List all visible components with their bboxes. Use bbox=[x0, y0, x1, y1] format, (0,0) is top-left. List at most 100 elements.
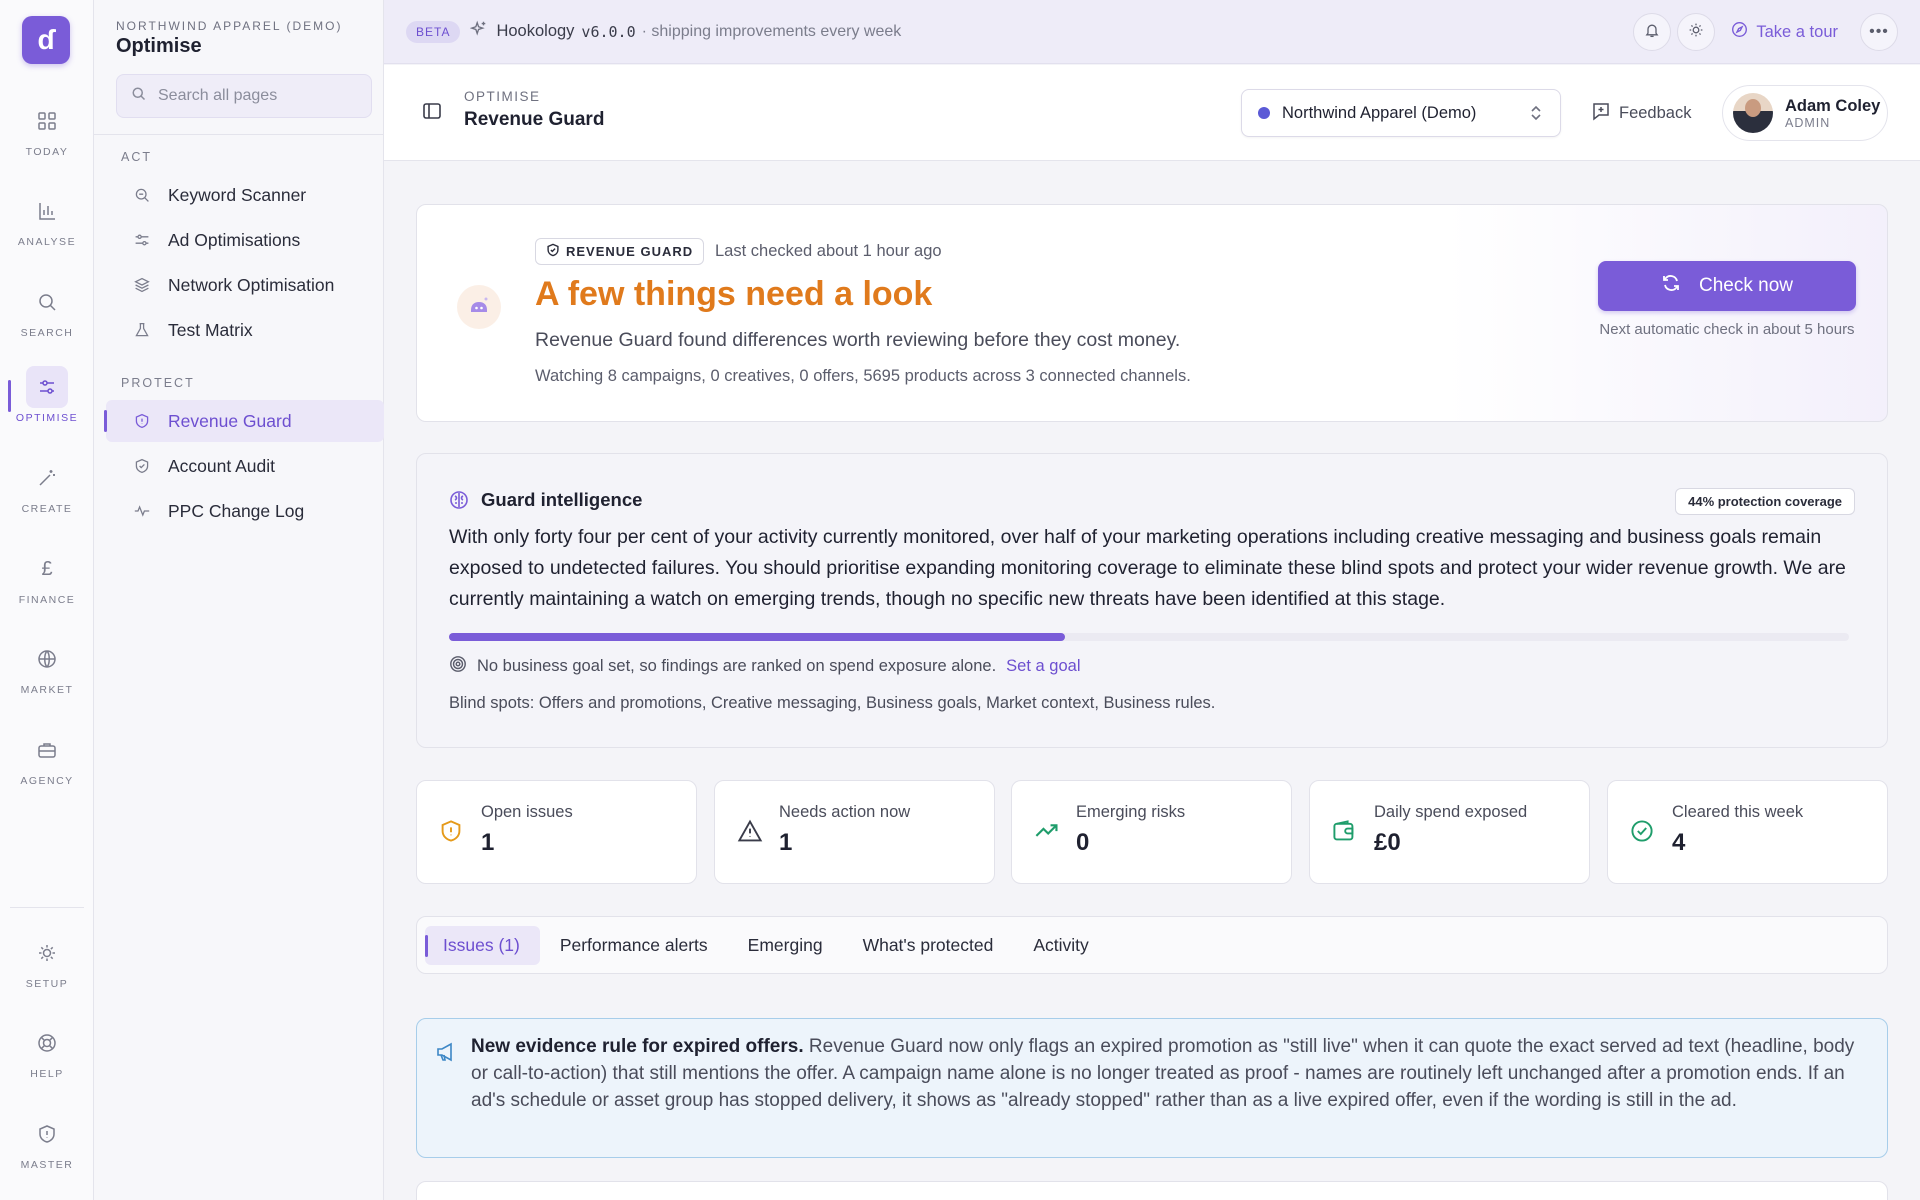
page-title: Revenue Guard bbox=[464, 109, 605, 130]
check-now-button[interactable]: Check now bbox=[1598, 261, 1856, 311]
megaphone-icon bbox=[435, 1041, 457, 1068]
set-goal-link[interactable]: Set a goal bbox=[1006, 657, 1080, 676]
brain-icon bbox=[449, 490, 469, 515]
shield-icon bbox=[134, 413, 154, 429]
rail-label: MARKET bbox=[20, 684, 74, 696]
nav-item-label: Network Optimisation bbox=[168, 274, 335, 295]
pound-icon: £ bbox=[41, 557, 53, 580]
account-selector[interactable]: Northwind Apparel (Demo) bbox=[1241, 89, 1561, 137]
app-logo[interactable]: ɗ bbox=[22, 16, 70, 64]
banner-tagline: · shipping improvements every week bbox=[641, 22, 902, 40]
bell-icon bbox=[1644, 22, 1660, 43]
grid-icon bbox=[26, 100, 68, 142]
rail-item-analyse[interactable]: ANALYSE bbox=[0, 190, 94, 248]
tab-whats-protected[interactable]: What's protected bbox=[843, 926, 1014, 965]
search-input[interactable]: Search all pages bbox=[116, 74, 372, 118]
feedback-button[interactable]: Feedback bbox=[1591, 101, 1691, 126]
rail-item-today[interactable]: TODAY bbox=[0, 100, 94, 158]
search-icon bbox=[26, 281, 68, 323]
bar-chart-icon bbox=[26, 190, 68, 232]
nav-item-label: Test Matrix bbox=[168, 319, 253, 340]
shield-icon bbox=[26, 1113, 68, 1155]
revenue-guard-badge: REVENUE GUARD bbox=[535, 238, 705, 265]
nav-section-protect: PROTECT bbox=[121, 376, 195, 390]
breadcrumb: OPTIMISE bbox=[464, 89, 541, 104]
beta-badge: BETA bbox=[406, 20, 461, 43]
sidebar-toggle-icon[interactable] bbox=[422, 101, 442, 126]
rail-item-search[interactable]: SEARCH bbox=[0, 281, 94, 339]
flask-icon bbox=[134, 322, 154, 338]
globe-icon bbox=[26, 638, 68, 680]
product-name: Hookology bbox=[496, 22, 575, 40]
message-plus-icon bbox=[1591, 101, 1611, 126]
org-name: NORTHWIND APPAREL (DEMO) bbox=[116, 19, 343, 33]
nav-item-label: Keyword Scanner bbox=[168, 184, 307, 205]
nav-item-test-matrix[interactable]: Test Matrix bbox=[106, 309, 384, 351]
rail-item-setup[interactable]: SETUP bbox=[0, 932, 94, 990]
section-sidebar: NORTHWIND APPAREL (DEMO) Optimise Search… bbox=[94, 0, 384, 1200]
revenue-guard-status-card: REVENUE GUARD Last checked about 1 hour … bbox=[416, 204, 1888, 422]
stat-card-emerging-risks[interactable]: Emerging risks 0 bbox=[1011, 780, 1292, 884]
nav-item-label: PPC Change Log bbox=[168, 500, 305, 521]
stat-label: Cleared this week bbox=[1672, 803, 1804, 821]
stat-card-daily-spend[interactable]: Daily spend exposed £0 bbox=[1309, 780, 1590, 884]
watching-summary: Watching 8 campaigns, 0 creatives, 0 off… bbox=[535, 367, 1191, 385]
stat-card-needs-action[interactable]: Needs action now 1 bbox=[714, 780, 995, 884]
last-checked-time: Last checked about 1 hour ago bbox=[715, 242, 942, 260]
take-a-tour-button[interactable]: Take a tour bbox=[1731, 21, 1838, 43]
rail-item-agency[interactable]: AGENCY bbox=[0, 729, 94, 787]
nav-item-account-audit[interactable]: Account Audit bbox=[106, 445, 384, 487]
sun-icon bbox=[1688, 22, 1704, 43]
rail-item-finance[interactable]: £ FINANCE bbox=[0, 548, 94, 607]
nav-item-ppc-change-log[interactable]: PPC Change Log bbox=[106, 490, 384, 532]
user-menu[interactable]: Adam Coley ADMIN bbox=[1722, 85, 1888, 141]
tab-performance-alerts[interactable]: Performance alerts bbox=[540, 926, 728, 965]
issue-list-card bbox=[416, 1181, 1888, 1200]
tab-issues[interactable]: Issues (1) bbox=[425, 925, 540, 965]
more-options-button[interactable]: ••• bbox=[1860, 13, 1898, 51]
notifications-button[interactable] bbox=[1633, 13, 1672, 51]
stat-label: Needs action now bbox=[779, 803, 911, 821]
rail-label: OPTIMISE bbox=[15, 412, 79, 424]
theme-toggle-button[interactable] bbox=[1677, 13, 1716, 51]
sun-gear-icon bbox=[26, 932, 68, 974]
rail-label: ANALYSE bbox=[17, 236, 77, 248]
announcement-banner: BETA Hookology v6.0.0 · shipping improve… bbox=[384, 0, 1920, 64]
nav-item-revenue-guard[interactable]: Revenue Guard bbox=[104, 400, 384, 442]
info-notice: New evidence rule for expired offers. Re… bbox=[416, 1018, 1888, 1158]
section-title: Optimise bbox=[116, 35, 202, 57]
ghost-icon bbox=[457, 285, 501, 329]
nav-item-ad-optimisations[interactable]: Ad Optimisations bbox=[106, 219, 384, 261]
rail-item-optimise[interactable]: OPTIMISE bbox=[0, 366, 94, 424]
rail-item-market[interactable]: MARKET bbox=[0, 638, 94, 696]
feedback-label: Feedback bbox=[1619, 104, 1692, 122]
status-description: Revenue Guard found differences worth re… bbox=[535, 329, 1181, 351]
more-horizontal-icon: ••• bbox=[1869, 23, 1889, 40]
stat-card-cleared[interactable]: Cleared this week 4 bbox=[1607, 780, 1888, 884]
tab-activity[interactable]: Activity bbox=[1013, 926, 1108, 965]
stat-value: 1 bbox=[779, 829, 793, 856]
briefcase-icon bbox=[26, 729, 68, 771]
stat-label: Open issues bbox=[481, 803, 573, 821]
nav-item-network-optimisation[interactable]: Network Optimisation bbox=[106, 264, 384, 306]
nav-item-keyword-scanner[interactable]: Keyword Scanner bbox=[106, 174, 384, 216]
tour-label: Take a tour bbox=[1756, 22, 1838, 41]
shield-check-icon bbox=[546, 243, 560, 260]
target-icon bbox=[449, 655, 467, 678]
rail-item-master[interactable]: MASTER bbox=[0, 1113, 94, 1171]
nav-item-label: Revenue Guard bbox=[168, 410, 292, 431]
sparkles-icon bbox=[470, 20, 488, 43]
trend-up-icon bbox=[1034, 819, 1060, 846]
sliders-icon bbox=[26, 366, 68, 408]
nav-item-label: Ad Optimisations bbox=[168, 229, 301, 250]
layers-icon bbox=[134, 277, 154, 293]
status-headline: A few things need a look bbox=[535, 275, 933, 313]
stat-card-open-issues[interactable]: Open issues 1 bbox=[416, 780, 697, 884]
goal-text: No business goal set, so findings are ra… bbox=[477, 657, 997, 675]
rail-item-help[interactable]: HELP bbox=[0, 1022, 94, 1080]
stat-value: 4 bbox=[1672, 829, 1686, 856]
tab-emerging[interactable]: Emerging bbox=[728, 926, 843, 965]
rail-item-create[interactable]: CREATE bbox=[0, 457, 94, 515]
user-role: ADMIN bbox=[1785, 115, 1831, 130]
next-check-time: Next automatic check in about 5 hours bbox=[1599, 321, 1855, 338]
